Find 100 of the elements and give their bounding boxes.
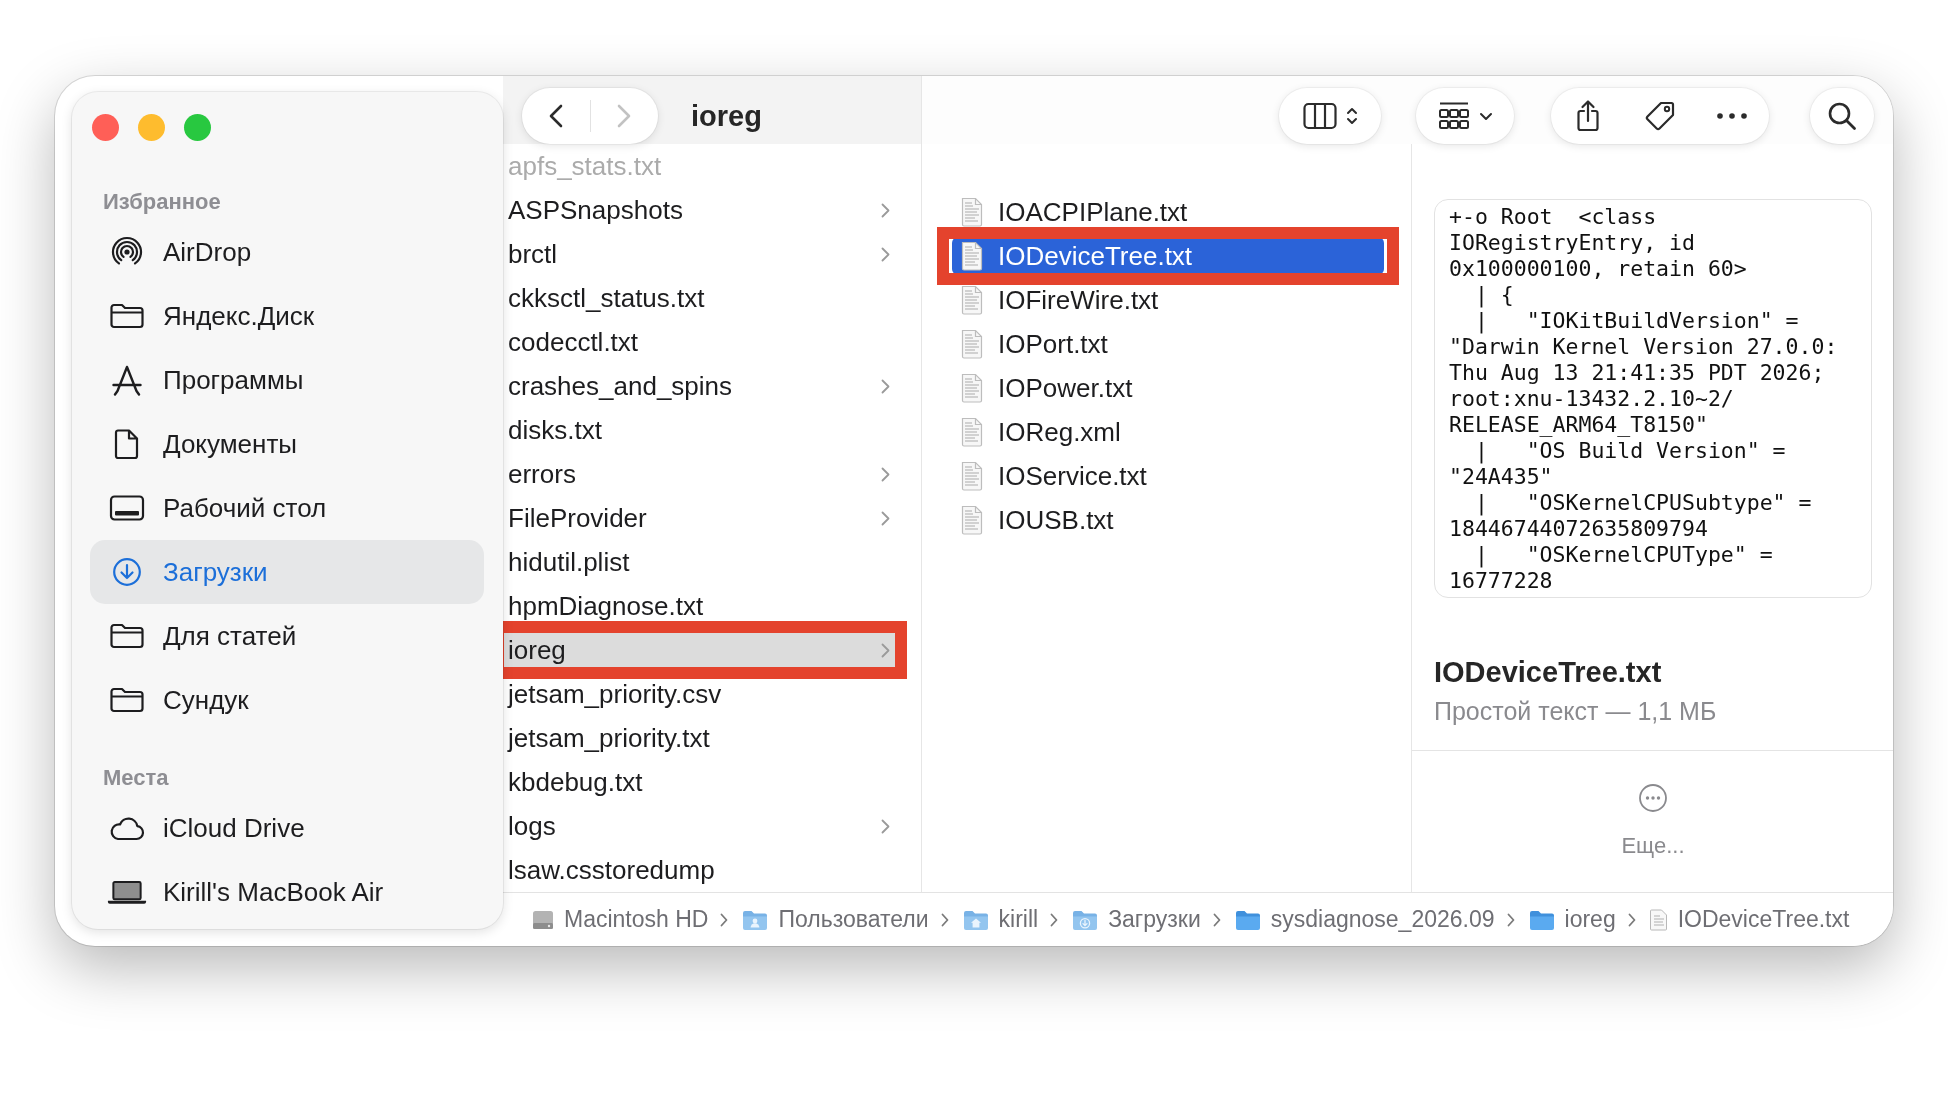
file-list-item[interactable]: IOACPIPlane.txt	[952, 197, 1384, 227]
chevron-right-icon	[881, 202, 890, 218]
file-list-item[interactable]: disks.txt	[503, 415, 895, 445]
minimize-button[interactable]	[138, 114, 165, 141]
grid-icon	[1437, 101, 1470, 131]
applications-icon	[110, 364, 144, 396]
preview-text-line: IORegistryEntry, id	[1449, 230, 1696, 256]
desktop-icon	[109, 494, 145, 522]
file-list-item[interactable]: lsaw.csstoredump	[503, 855, 895, 885]
file-list-item[interactable]: IOFireWire.txt	[952, 285, 1384, 315]
sidebar-item[interactable]: Рабочий стол	[90, 476, 484, 540]
zoom-button[interactable]	[184, 114, 211, 141]
view-options-button[interactable]	[1279, 88, 1381, 144]
home-folder-icon	[962, 908, 989, 931]
sidebar-section-heading: Места	[102, 764, 170, 792]
folder-icon	[109, 686, 145, 714]
text-file-icon	[1649, 908, 1668, 931]
path-item[interactable]: IODeviceTree.txt	[1649, 906, 1850, 933]
folder-list-item[interactable]: errors	[503, 459, 895, 489]
sidebar-item[interactable]: AirDrop	[90, 220, 484, 284]
preview-text-line: RELEASE_ARM64_T8150"	[1449, 412, 1709, 438]
folder-icon	[109, 622, 145, 650]
path-item[interactable]: ioreg	[1528, 906, 1616, 933]
folder-list-item[interactable]: brctl	[503, 239, 895, 269]
sidebar-item[interactable]: Сундук	[90, 668, 484, 732]
folder-icon	[1234, 908, 1261, 931]
preview-text-line: Thu Aug 13 21:41:35 PDT 2026;	[1449, 360, 1826, 386]
chevron-right-icon	[720, 912, 729, 927]
folder-list-item[interactable]: ASPSnapshots	[503, 195, 895, 225]
group-button[interactable]	[1416, 88, 1514, 144]
text-file-icon	[960, 285, 984, 315]
preview-text-line: | "OSKernelCPUSubtype" =	[1473, 490, 1813, 516]
path-item[interactable]: Macintosh HD	[532, 906, 709, 933]
chevron-right-icon	[881, 818, 890, 834]
share-icon	[1575, 99, 1601, 133]
text-file-icon	[960, 505, 984, 535]
chevron-right-icon	[881, 378, 890, 394]
chevron-right-icon	[881, 510, 890, 526]
folder-list-item[interactable]: crashes_and_spins	[503, 371, 895, 401]
chevron-right-icon	[881, 642, 890, 658]
download-folder-icon	[1072, 908, 1099, 931]
sidebar-item[interactable]: Документы	[90, 412, 484, 476]
file-list-item[interactable]: ckksctl_status.txt	[503, 283, 895, 313]
chevron-right-icon	[1627, 912, 1636, 927]
sidebar-item[interactable]: Для статей	[90, 604, 484, 668]
text-file-icon	[960, 461, 984, 491]
folder-list-item[interactable]: FileProvider	[503, 503, 895, 533]
file-list-item[interactable]: IOService.txt	[952, 461, 1384, 491]
download-icon	[112, 557, 142, 587]
close-button[interactable]	[92, 114, 119, 141]
chevron-right-icon	[617, 104, 631, 128]
preview-text-line: | "OSKernelCPUType" =	[1473, 542, 1774, 568]
chevron-left-icon	[549, 104, 563, 128]
preview-text-line: "Darwin Kernel Version 27.0.0:	[1449, 334, 1839, 360]
text-file-icon	[960, 197, 984, 227]
file-list-item[interactable]: jetsam_priority.txt	[503, 723, 895, 753]
user-folder-icon	[742, 908, 769, 931]
laptop-icon	[107, 878, 147, 906]
chevron-right-icon	[881, 466, 890, 482]
file-list-item[interactable]: hidutil.plist	[503, 547, 895, 577]
path-item[interactable]: Загрузки	[1072, 906, 1201, 933]
file-list-item[interactable]: IOReg.xml	[952, 417, 1384, 447]
file-list-item[interactable]: IOPower.txt	[952, 373, 1384, 403]
path-item[interactable]: kirill	[962, 906, 1039, 933]
path-item[interactable]: Пользователи	[742, 906, 929, 933]
cloud-icon	[108, 815, 146, 841]
sidebar-item[interactable]: Яндекс.Диск	[90, 284, 484, 348]
text-file-icon	[960, 329, 984, 359]
folder-list-item[interactable]: logs	[503, 811, 895, 841]
file-name: IODeviceTree.txt	[1434, 655, 1663, 690]
preview-text-line: | {	[1473, 282, 1515, 308]
search-icon	[1827, 101, 1857, 131]
search-button[interactable]	[1810, 88, 1874, 144]
chevron-right-icon	[881, 246, 890, 262]
folder-icon	[1528, 908, 1555, 931]
file-list-item[interactable]: IOUSB.txt	[952, 505, 1384, 535]
preview-text-line: 16777228	[1449, 568, 1554, 594]
chevron-right-icon	[1212, 912, 1221, 927]
text-file-icon	[960, 373, 984, 403]
sidebar-item[interactable]: iCloud Drive	[90, 796, 484, 860]
path-item[interactable]: sysdiagnose_2026.09	[1234, 906, 1495, 933]
drive-icon	[532, 908, 554, 931]
chevron-down-icon	[1478, 111, 1493, 121]
preview-text-line: 18446744072635809794	[1449, 516, 1709, 542]
ellipsis-circle-icon	[1638, 783, 1668, 813]
file-list-item[interactable]: jetsam_priority.csv	[503, 679, 895, 709]
sidebar-item[interactable]: Загрузки	[90, 540, 484, 604]
text-file-icon	[960, 417, 984, 447]
folder-icon	[109, 302, 145, 330]
sidebar-item[interactable]: Kirill's MacBook Air	[90, 860, 484, 924]
file-list-item[interactable]: codecctl.txt	[503, 327, 895, 357]
ellipsis-icon	[1717, 113, 1747, 119]
sidebar-item[interactable]: Программы	[90, 348, 484, 412]
chevron-right-icon	[1050, 912, 1059, 927]
text-file-icon	[960, 241, 984, 271]
file-list-item[interactable]: kbdebug.txt	[503, 767, 895, 797]
file-list-item[interactable]: hpmDiagnose.txt	[503, 591, 895, 621]
file-info: Простой текст — 1,1 МБ	[1434, 696, 1718, 726]
file-list-item[interactable]: IOPort.txt	[952, 329, 1384, 359]
sidebar-section-heading: Избранное	[102, 188, 222, 216]
